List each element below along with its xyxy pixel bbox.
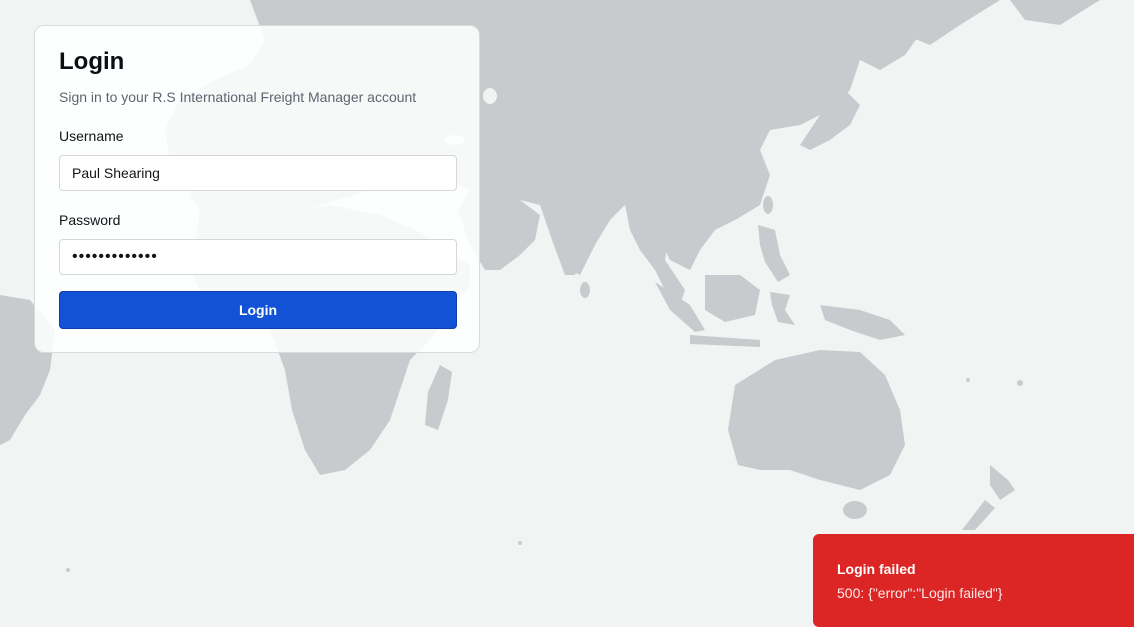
login-subtitle: Sign in to your R.S International Freigh… bbox=[59, 89, 417, 105]
toast-message: 500: {"error":"Login failed"} bbox=[837, 585, 1003, 601]
error-toast[interactable]: Login failed 500: {"error":"Login failed… bbox=[813, 534, 1134, 627]
login-card: Login Sign in to your R.S International … bbox=[34, 25, 480, 353]
username-label: Username bbox=[59, 128, 124, 144]
toast-title: Login failed bbox=[837, 561, 916, 577]
login-button[interactable]: Login bbox=[59, 291, 457, 329]
login-title: Login bbox=[59, 48, 125, 75]
password-input[interactable] bbox=[59, 239, 457, 275]
password-label: Password bbox=[59, 212, 121, 228]
username-input[interactable] bbox=[59, 155, 457, 191]
